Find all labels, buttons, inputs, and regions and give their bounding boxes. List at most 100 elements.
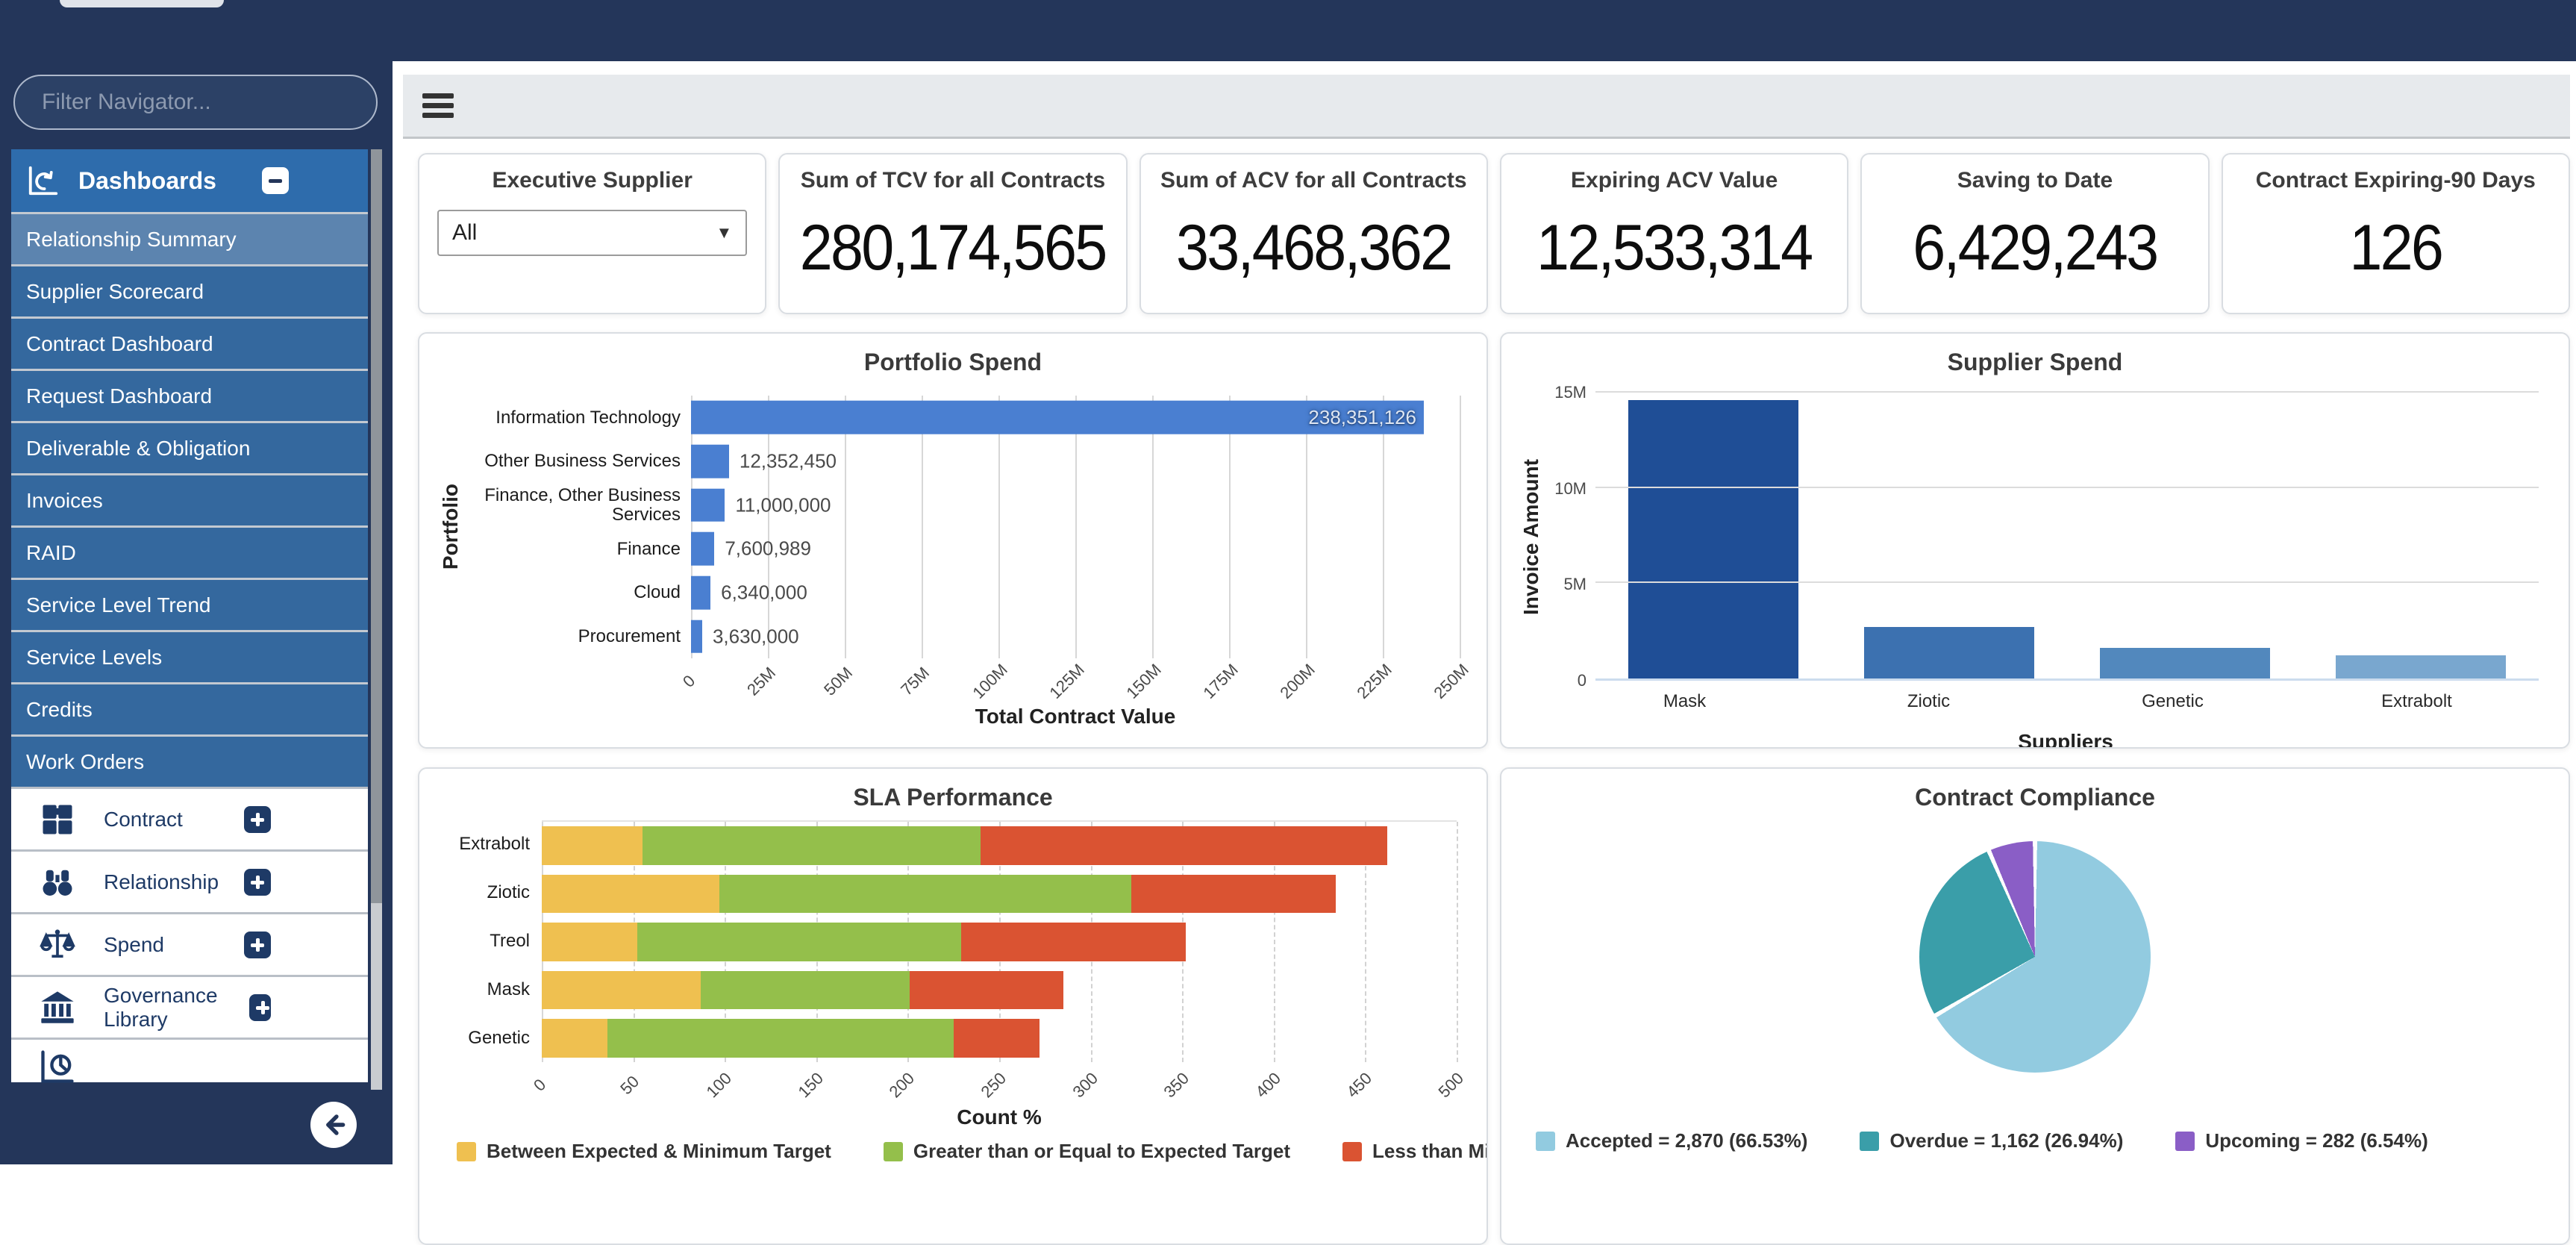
portfolio-bar[interactable] — [691, 532, 715, 566]
legend-item[interactable]: Accepted = 2,870 (66.53%) — [1536, 1129, 1807, 1152]
x-tick-label: 150 — [794, 1068, 827, 1102]
kpi-title: Expiring ACV Value — [1571, 168, 1778, 193]
kpi-title: Saving to Date — [1957, 168, 2113, 193]
collapse-sidebar-button[interactable] — [310, 1102, 357, 1148]
sidebar-item-service-level-trend[interactable]: Service Level Trend — [11, 578, 368, 630]
portfolio-bar[interactable] — [691, 444, 729, 478]
sidebar-module-relationship[interactable]: Relationship — [11, 849, 368, 912]
sidebar-item-request-dashboard[interactable]: Request Dashboard — [11, 369, 368, 421]
supplier-bar-ziotic[interactable] — [1864, 627, 2034, 678]
supplier-bar-genetic[interactable] — [2100, 648, 2270, 678]
legend-label: Less than Minimum Target — [1372, 1140, 1486, 1162]
executive-supplier-select[interactable]: All ▼ — [437, 210, 748, 256]
bar-slot — [1595, 393, 1831, 678]
sidebar-scrollbar[interactable] — [371, 149, 382, 1090]
sla-segment[interactable] — [542, 1019, 608, 1058]
filter-navigator-input[interactable] — [13, 75, 378, 130]
sidebar-item-label: Contract Dashboard — [26, 331, 213, 355]
legend-label: Greater than or Equal to Expected Target — [913, 1140, 1291, 1162]
kpi-card-acv: Sum of ACV for all Contracts 33,468,362 — [1139, 153, 1488, 314]
expand-section-icon[interactable] — [244, 868, 271, 896]
sidebar-item-relationship-summary[interactable]: Relationship Summary — [11, 212, 368, 264]
portfolio-bar[interactable]: 238,351,126 — [691, 401, 1424, 434]
portfolio-bar[interactable] — [691, 488, 725, 522]
bar-row: 238,351,126 — [691, 396, 1460, 440]
stacked-bar-row — [542, 1014, 1457, 1062]
category-label: Mask — [1663, 691, 1707, 711]
kpi-value: 12,533,314 — [1536, 212, 1813, 284]
sidebar-module-contract[interactable]: Contract — [11, 787, 368, 849]
sidebar-item-label: Relationship Summary — [26, 227, 237, 251]
sidebar-item-credits[interactable]: Credits — [11, 682, 368, 734]
expand-section-icon[interactable] — [244, 931, 271, 958]
category-label: Information Technology — [495, 407, 681, 428]
legend-label: Accepted = 2,870 (66.53%) — [1566, 1129, 1808, 1152]
expand-section-icon[interactable] — [249, 993, 271, 1021]
kpi-value: 280,174,565 — [800, 212, 1107, 284]
sidebar-item-invoices[interactable]: Invoices — [11, 473, 368, 525]
supplier-bar-extrabolt[interactable] — [2336, 655, 2506, 678]
x-tick-label: 0 — [679, 671, 699, 691]
portfolio-bar[interactable] — [691, 575, 711, 610]
x-tick-label: 100M — [969, 660, 1011, 702]
contract-compliance-card: Contract Compliance Accepted = 2,870 (66… — [1500, 767, 2570, 1245]
sla-segment[interactable] — [542, 970, 701, 1010]
sidebar-item-work-orders[interactable]: Work Orders — [11, 734, 368, 787]
sla-segment[interactable] — [607, 1019, 954, 1058]
sla-legend: Between Expected & Minimum Target Greater… — [457, 1140, 1486, 1163]
bar-row: 3,630,000 — [691, 614, 1460, 658]
scrollbar-thumb[interactable] — [371, 149, 382, 903]
sla-segment[interactable] — [701, 970, 910, 1010]
sla-segment[interactable] — [637, 923, 961, 961]
executive-supplier-card: Executive Supplier All ▼ — [418, 153, 767, 314]
dashboards-icon — [26, 163, 60, 198]
sidebar-section-dashboards[interactable]: Dashboards — [11, 149, 368, 212]
x-tick-label: 75M — [897, 663, 934, 699]
legend-item[interactable]: Greater than or Equal to Expected Target — [883, 1140, 1291, 1163]
supplier-bar-mask[interactable] — [1628, 400, 1798, 678]
x-tick-label: 25M — [743, 663, 780, 699]
sla-segment[interactable] — [953, 1019, 1040, 1058]
sidebar-item-contract-dashboard[interactable]: Contract Dashboard — [11, 316, 368, 369]
sla-segment[interactable] — [960, 923, 1187, 961]
sidebar-item-deliverable-obligation[interactable]: Deliverable & Obligation — [11, 421, 368, 473]
kpi-value: 33,468,362 — [1176, 212, 1453, 284]
sidebar-item-supplier-scorecard[interactable]: Supplier Scorecard — [11, 264, 368, 316]
sidebar-item-service-levels[interactable]: Service Levels — [11, 630, 368, 682]
sla-segment[interactable] — [542, 923, 637, 961]
category-label: Extrabolt — [459, 834, 530, 855]
portfolio-bar[interactable] — [691, 620, 702, 653]
collapse-section-icon[interactable] — [262, 167, 289, 194]
sidebar-item-raid[interactable]: RAID — [11, 525, 368, 578]
sla-segment[interactable] — [1131, 874, 1337, 914]
stacked-bar-row — [542, 966, 1457, 1014]
category-label: Procurement — [578, 626, 681, 647]
sidebar-module-partial[interactable] — [11, 1038, 368, 1083]
sla-segment[interactable] — [981, 826, 1387, 865]
sla-segment[interactable] — [642, 826, 981, 865]
x-tick-label: 500 — [1434, 1068, 1468, 1102]
legend-item[interactable]: Between Expected & Minimum Target — [457, 1140, 831, 1163]
y-axis-label: Invoice Amount — [1519, 458, 1542, 615]
bar-slot — [1831, 393, 2067, 678]
sidebar-module-spend[interactable]: Spend — [11, 912, 368, 975]
x-axis-label: Total Contract Value — [975, 705, 1176, 728]
legend-item[interactable]: Overdue = 1,162 (26.94%) — [1860, 1129, 2123, 1152]
expand-section-icon[interactable] — [244, 805, 271, 833]
sidebar-module-governance-library[interactable]: Governance Library — [11, 975, 368, 1038]
bar-value-label: 12,352,450 — [739, 449, 837, 472]
menu-hamburger-icon[interactable] — [422, 93, 454, 118]
chart-icon — [38, 1047, 77, 1086]
legend-item[interactable]: Less than Minimum Target — [1342, 1140, 1486, 1163]
sla-segment[interactable] — [909, 970, 1063, 1010]
category-label: Ziotic — [487, 882, 530, 903]
sla-plot — [542, 820, 1458, 1062]
sla-segment[interactable] — [542, 826, 643, 865]
sla-segment[interactable] — [719, 874, 1131, 914]
bar-value-label: 6,340,000 — [721, 581, 807, 604]
contract-compliance-pie[interactable] — [1919, 841, 2151, 1073]
legend-item[interactable]: Upcoming = 282 (6.54%) — [2175, 1129, 2428, 1152]
y-tick-label: 15M — [1554, 383, 1586, 402]
sla-segment[interactable] — [542, 874, 719, 914]
x-tick-label: 150M — [1122, 660, 1165, 702]
